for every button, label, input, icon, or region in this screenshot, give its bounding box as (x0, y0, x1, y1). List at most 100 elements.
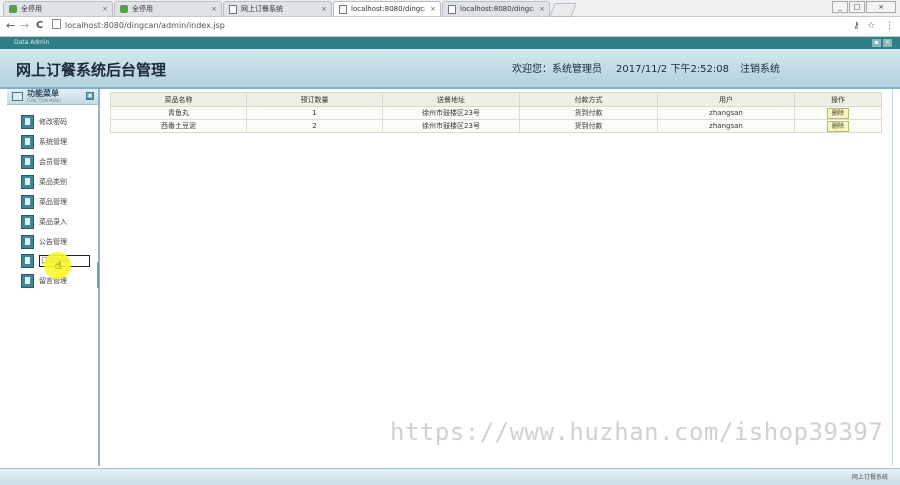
browser-menu-icon[interactable]: ⋮ (885, 20, 894, 32)
address-cell: 徐州市鼓楼区23号 (382, 106, 520, 120)
table-header-row: 菜品名称 预订数量 送餐地址 付款方式 用户 操作 (110, 92, 882, 107)
new-tab-button[interactable] (549, 3, 577, 17)
quantity-cell: 1 (246, 106, 383, 120)
payment-cell: 货到付款 (519, 119, 658, 133)
sidebar-item-label: 修改密码 (39, 118, 67, 126)
close-window-button[interactable]: × (866, 1, 896, 13)
sidebar-item-announcements[interactable]: 公告管理 (21, 235, 97, 250)
menu-header-icon (12, 92, 23, 101)
column-header: 操作 (794, 92, 882, 107)
tab-close-icon[interactable]: × (211, 2, 217, 16)
minimize-button[interactable]: _ (832, 1, 848, 13)
app-close-icon[interactable]: × (883, 39, 892, 47)
page-favicon-icon (448, 5, 456, 14)
main-content: 菜品名称 预订数量 送餐地址 付款方式 用户 操作 青鱼丸 1 徐州市鼓楼区23… (100, 89, 893, 466)
delete-button[interactable]: 删除 (826, 107, 849, 119)
hand-cursor-icon: ☝ (55, 259, 62, 272)
bookmark-star-icon[interactable]: ☆ (867, 20, 875, 32)
back-icon[interactable]: ← (6, 19, 15, 33)
url-text: localhost:8080/dingcan/admin/index.jsp (65, 21, 225, 30)
browser-tab-label: 全停用 (132, 5, 153, 13)
menu-item-icon (21, 274, 34, 288)
logout-link[interactable]: 注销系统 (740, 60, 780, 75)
key-icon[interactable]: ⚷ (853, 20, 860, 32)
welcome-text: 欢迎您：系统管理员 (512, 64, 602, 75)
action-cell: 删除 (794, 119, 882, 133)
menu-subtitle: FUNCTION MENU (27, 98, 61, 103)
menu-item-icon (21, 254, 34, 268)
action-cell: 删除 (794, 106, 882, 120)
table-row: 青鱼丸 1 徐州市鼓楼区23号 货到付款 zhangsan 删除 (110, 106, 882, 120)
app-minimize-icon[interactable]: ▪ (872, 39, 881, 47)
current-datetime: 2017/11/2 下午2:52:08 (616, 64, 730, 75)
browser-tab[interactable]: localhost:8080/dingcan × (442, 1, 550, 16)
column-header: 菜品名称 (110, 92, 247, 107)
sidebar-item-add-dish[interactable]: 菜品录入 (21, 215, 97, 230)
dish-name-cell: 青鱼丸 (110, 106, 247, 120)
delete-button[interactable]: 删除 (826, 120, 849, 132)
page-favicon-icon (339, 5, 347, 14)
user-cell: zhangsan (657, 119, 795, 133)
app-title-bar: Data Admin ▪ × (0, 37, 900, 49)
sidebar-item-label: 会员管理 (39, 158, 67, 166)
dish-name-cell: 西番土豆泥 (110, 119, 247, 133)
sidebar-item-system[interactable]: 系统管理 (21, 135, 97, 150)
footer-text: 网上订餐系统 (851, 474, 888, 481)
address-cell: 徐州市鼓楼区23号 (382, 119, 520, 133)
maximize-button[interactable]: □ (849, 1, 865, 13)
right-scroll-area (892, 89, 900, 466)
quantity-cell: 2 (246, 119, 383, 133)
reload-icon[interactable]: C (36, 19, 43, 33)
sidebar-item-label: 系统管理 (39, 138, 67, 146)
sidebar-item-label: 菜品录入 (39, 218, 67, 226)
app-footer: 网上订餐系统 (0, 468, 900, 485)
watermark-text: https://www.huzhan.com/ishop39397 (390, 418, 884, 446)
order-table: 菜品名称 预订数量 送餐地址 付款方式 用户 操作 青鱼丸 1 徐州市鼓楼区23… (110, 92, 882, 133)
payment-cell: 货到付款 (519, 106, 658, 120)
sidebar-item-change-password[interactable]: 修改密码 (21, 115, 97, 130)
browser-tab-active[interactable]: localhost:8080/dingcan × (333, 1, 441, 16)
sidebar-item-dish-categories[interactable]: 菜品类别 (21, 175, 97, 190)
menu-item-icon (21, 115, 34, 129)
browser-tab-label: localhost:8080/dingcan (351, 5, 425, 13)
column-header: 付款方式 (519, 92, 658, 107)
tab-close-icon[interactable]: × (430, 2, 436, 16)
browser-tab[interactable]: 网上订餐系统 × (223, 1, 332, 16)
forward-icon[interactable]: → (20, 19, 29, 33)
collapse-icon[interactable]: ▣ (86, 92, 94, 100)
menu-item-icon (21, 135, 34, 149)
site-favicon-icon (9, 5, 17, 13)
browser-tab-label: 全停用 (21, 5, 42, 13)
tab-close-icon[interactable]: × (102, 2, 108, 16)
sidebar-item-members[interactable]: 会员管理 (21, 155, 97, 170)
page-info-icon[interactable] (52, 19, 61, 29)
menu-item-icon (21, 175, 34, 189)
menu-header: 功能菜单 FUNCTION MENU ▣ (7, 89, 98, 105)
app-header: 网上订餐系统后台管理 欢迎您：系统管理员 2017/11/2 下午2:52:08… (0, 49, 900, 89)
column-header: 用户 (657, 92, 795, 107)
menu-item-icon (21, 215, 34, 229)
tab-close-icon[interactable]: × (539, 2, 545, 16)
site-title: 网上订餐系统后台管理 (16, 61, 167, 79)
browser-tab-strip: 全停用 × 全停用 × 网上订餐系统 × localhost:8080/ding… (0, 0, 900, 17)
sidebar-resize-handle[interactable] (97, 262, 99, 288)
table-row: 西番土豆泥 2 徐州市鼓楼区23号 货到付款 zhangsan 删除 (110, 119, 882, 133)
address-bar[interactable]: localhost:8080/dingcan/admin/index.jsp (52, 19, 842, 33)
sidebar-item-dishes[interactable]: 菜品管理 (21, 195, 97, 210)
page-favicon-icon (229, 5, 237, 14)
column-header: 送餐地址 (382, 92, 520, 107)
sidebar-item-label: 菜品类别 (39, 178, 67, 186)
tab-close-icon[interactable]: × (321, 2, 327, 16)
browser-tab[interactable]: 全停用 × (114, 1, 222, 16)
sidebar-item-label: 公告管理 (39, 238, 67, 246)
site-favicon-icon (120, 5, 128, 13)
menu-item-icon (21, 235, 34, 249)
app-window-title: Data Admin (14, 39, 50, 46)
browser-toolbar: ← → C localhost:8080/dingcan/admin/index… (0, 17, 900, 37)
browser-tab[interactable]: 全停用 × (3, 1, 113, 16)
browser-tab-label: 网上订餐系统 (241, 5, 283, 13)
menu-item-icon (21, 195, 34, 209)
column-header: 预订数量 (246, 92, 383, 107)
browser-tab-label: localhost:8080/dingcan (460, 5, 534, 13)
user-cell: zhangsan (657, 106, 795, 120)
